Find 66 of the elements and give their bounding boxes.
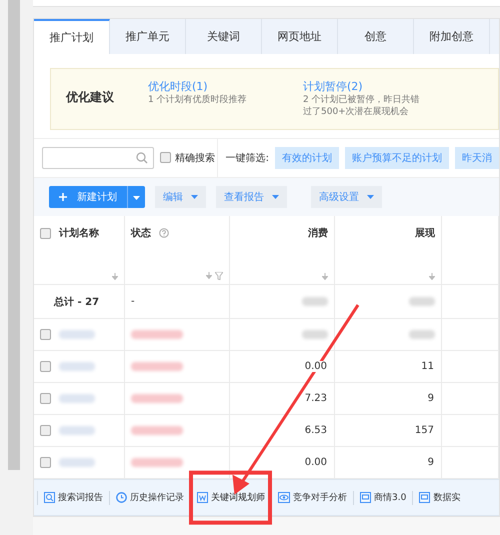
sort-icon[interactable] — [206, 272, 212, 280]
redacted-mark — [409, 297, 435, 306]
suggestion-text: 过了500+次潜在展现机会 — [303, 106, 410, 118]
table-cell: 6.53 — [304, 425, 328, 436]
suggestion-text: 2 个计划已被暂停，昨日共错 — [303, 94, 421, 106]
tool-link[interactable]: 搜索词报告 — [37, 490, 109, 505]
table-cell: 7.23 — [304, 393, 328, 404]
redacted-mark — [409, 330, 435, 340]
checkbox[interactable] — [40, 425, 51, 436]
document-icon — [197, 492, 208, 504]
checkbox[interactable] — [40, 361, 51, 372]
caret-icon — [367, 195, 374, 199]
checkbox[interactable] — [160, 152, 171, 164]
redacted-mark — [131, 394, 183, 404]
column-header: 展现 — [415, 228, 435, 240]
column-header: 消费 — [308, 228, 328, 240]
sort-icon[interactable] — [429, 273, 435, 280]
table-cell: - — [131, 296, 135, 308]
caret-icon — [272, 195, 279, 199]
table-cell: 0.00 — [304, 457, 328, 468]
suggestion-title: 优化建议 — [64, 89, 115, 106]
caret-icon — [133, 196, 140, 200]
tool-link[interactable]: 竞争对手分析 — [271, 490, 353, 505]
sort-icon[interactable] — [322, 273, 328, 280]
redacted-mark — [59, 394, 95, 404]
column-header: 计划名称 — [59, 226, 99, 240]
suggestion-text: 1 个计划有优质时段推荐 — [148, 94, 248, 106]
tool-link[interactable]: 数据实 — [412, 490, 466, 505]
search-icon — [44, 492, 55, 504]
redacted-mark — [59, 426, 95, 436]
clock-icon — [116, 492, 127, 504]
redacted-mark — [131, 330, 183, 340]
redacted-mark — [131, 458, 183, 468]
scrollbar[interactable] — [8, 0, 20, 470]
table-cell: 9 — [426, 393, 435, 404]
checkbox-label: 精确搜索 — [175, 152, 215, 165]
search-icon[interactable] — [136, 152, 148, 164]
checkbox[interactable] — [40, 393, 51, 404]
filter-icon[interactable] — [215, 272, 223, 280]
checkbox[interactable] — [40, 329, 51, 340]
table-cell: 9 — [426, 457, 435, 468]
redacted-mark — [131, 426, 183, 436]
total-label: 总计 - 27 — [54, 296, 100, 308]
screen-icon — [419, 492, 430, 504]
redacted-mark — [59, 330, 95, 340]
eye-icon — [278, 492, 290, 504]
tool-link[interactable]: 历史操作记录 — [109, 490, 190, 505]
tab[interactable]: 推广计划 — [34, 19, 110, 54]
redacted-mark — [59, 362, 95, 372]
column-header: 状态 — [131, 226, 151, 240]
tool-link[interactable]: 商情3.0 — [353, 490, 412, 505]
redacted-mark — [302, 330, 328, 340]
table-cell: 0.00 — [304, 361, 328, 372]
plus-icon — [59, 193, 67, 201]
checkbox[interactable] — [40, 228, 51, 239]
filter-label: 一键筛选: — [226, 152, 269, 165]
caret-icon — [191, 195, 198, 199]
sort-icon[interactable] — [112, 273, 118, 280]
redacted-mark — [131, 362, 183, 372]
redacted-mark — [59, 458, 95, 468]
table-cell: 157 — [414, 425, 435, 436]
checkbox[interactable] — [40, 457, 51, 468]
redacted-mark — [302, 297, 328, 306]
screen-icon — [360, 492, 371, 504]
search-field[interactable] — [42, 146, 154, 169]
help-icon[interactable] — [159, 228, 169, 238]
